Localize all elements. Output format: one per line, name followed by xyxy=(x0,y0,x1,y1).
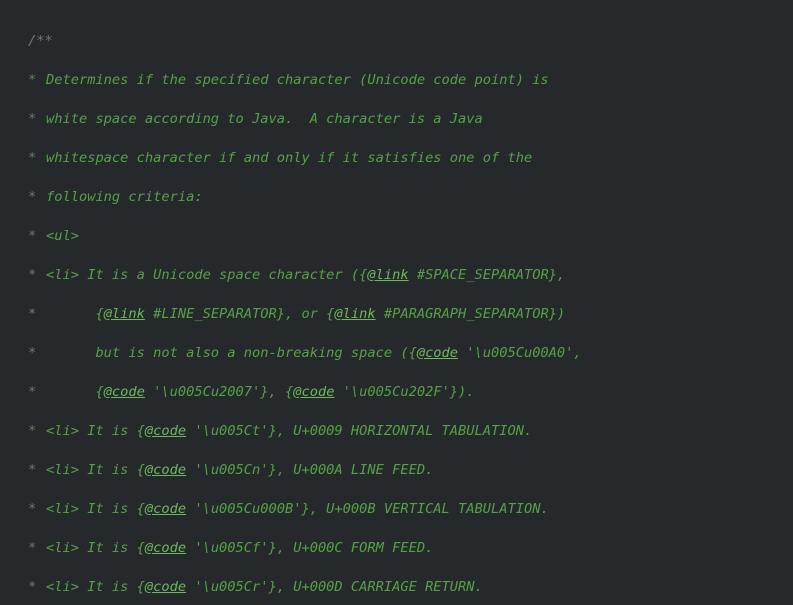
doc-line: but is not also a non-breaking space ({ xyxy=(46,344,417,364)
doc-text: '\u005Cu2007'}, { xyxy=(145,383,293,403)
doc-text: '\u005Cu202F'}). xyxy=(334,383,474,403)
link-tag: @link xyxy=(104,305,145,325)
doc-text: '\u005Cf'}, U+000C FORM FEED. xyxy=(186,539,433,559)
code-tag: @code xyxy=(293,383,334,403)
code-tag: @code xyxy=(417,344,458,364)
doc-line: { xyxy=(46,383,104,403)
doc-text: '\u005Cu000B'}, U+000B VERTICAL TABULATI… xyxy=(186,500,549,520)
doc-text: '\u005Cn'}, U+000A LINE FEED. xyxy=(186,461,433,481)
doc-line: white space according to Java. A charact… xyxy=(46,110,483,130)
code-tag: @code xyxy=(145,539,186,559)
doc-line: <li> It is { xyxy=(46,422,145,442)
doc-text: #LINE_SEPARATOR}, or { xyxy=(145,305,335,325)
doc-line: Determines if the specified character (U… xyxy=(46,71,549,91)
doc-line: <ul> xyxy=(46,227,79,247)
doc-line: { xyxy=(46,305,104,325)
code-editor: /** * Determines if the specified charac… xyxy=(0,0,793,605)
doc-line: following criteria: xyxy=(46,188,203,208)
javadoc-open: /** xyxy=(28,32,53,52)
doc-text: #PARAGRAPH_SEPARATOR}) xyxy=(376,305,566,325)
doc-line: <li> It is { xyxy=(46,461,145,481)
doc-text: #SPACE_SEPARATOR}, xyxy=(409,266,566,286)
code-tag: @code xyxy=(145,422,186,442)
code-tag: @code xyxy=(145,578,186,598)
doc-text: '\u005Cr'}, U+000D CARRIAGE RETURN. xyxy=(186,578,483,598)
doc-line: <li> It is { xyxy=(46,539,145,559)
doc-text: '\u005Cu00A0', xyxy=(458,344,582,364)
link-tag: @link xyxy=(367,266,408,286)
doc-line: <li> It is a Unicode space character ({ xyxy=(46,266,367,286)
doc-line: <li> It is { xyxy=(46,578,145,598)
link-tag: @link xyxy=(334,305,375,325)
doc-text: '\u005Ct'}, U+0009 HORIZONTAL TABULATION… xyxy=(186,422,532,442)
code-tag: @code xyxy=(145,461,186,481)
doc-line: whitespace character if and only if it s… xyxy=(46,149,532,169)
code-tag: @code xyxy=(145,500,186,520)
code-tag: @code xyxy=(104,383,145,403)
doc-line: <li> It is { xyxy=(46,500,145,520)
